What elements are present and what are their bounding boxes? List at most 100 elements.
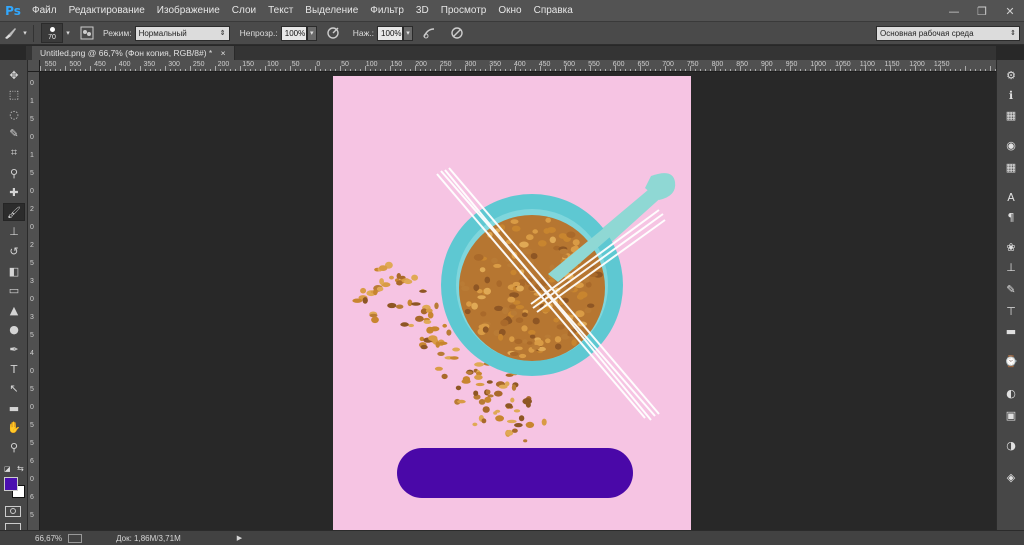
brush-panel-toggle-icon[interactable]	[77, 22, 97, 45]
spilled-cereal-piece	[473, 390, 479, 396]
layers-panel-icon[interactable]: ◈	[1001, 468, 1021, 486]
default-colors-icon[interactable]: ◪	[4, 465, 11, 473]
history-panel-icon[interactable]: ⌚	[1001, 352, 1021, 370]
ruler-tick	[495, 69, 496, 71]
histogram-panel-icon[interactable]: ▦	[1001, 106, 1021, 124]
opacity-input[interactable]: 100%	[280, 25, 307, 41]
rectangle-tool-icon[interactable]: ▬	[3, 399, 25, 417]
menu-item[interactable]: Текст	[262, 0, 299, 22]
mode-select[interactable]: Нормальный ⇕	[134, 25, 230, 41]
workspace-value: Основная рабочая среда	[880, 29, 974, 38]
ruler-tick	[105, 69, 106, 71]
foreground-color-swatch[interactable]	[4, 477, 18, 491]
zoom-tool-icon[interactable]: ⚲	[3, 438, 25, 456]
clone-stamp-tool-icon[interactable]: ⊥	[3, 223, 25, 241]
menu-item[interactable]: 3D	[410, 0, 435, 22]
ruler-tick	[510, 69, 511, 71]
opacity-dropdown-icon[interactable]: ▾	[306, 25, 317, 41]
hand-tool-icon[interactable]: ✋	[3, 419, 25, 437]
masks-panel-icon[interactable]: ◑	[1001, 436, 1021, 454]
canvas-workspace[interactable]	[40, 73, 996, 530]
quick-select-tool-icon[interactable]: ✎	[3, 125, 25, 143]
history-brush-tool-icon[interactable]: ↺	[3, 242, 25, 260]
menu-item[interactable]: Просмотр	[435, 0, 493, 22]
ruler-tick	[930, 69, 931, 71]
move-tool-icon[interactable]: ✥	[3, 66, 25, 84]
close-tab-icon[interactable]: ×	[221, 48, 226, 58]
flow-dropdown-icon[interactable]: ▾	[403, 25, 414, 41]
zoom-preview-icon[interactable]	[68, 533, 83, 543]
gradient-tool-icon[interactable]: ▭	[3, 282, 25, 300]
menu-item[interactable]: Фильтр	[364, 0, 410, 22]
menu-item[interactable]: Файл	[26, 0, 63, 22]
menu-item[interactable]: Справка	[528, 0, 579, 22]
document-canvas[interactable]	[333, 76, 691, 530]
healing-brush-tool-icon[interactable]: ✚	[3, 184, 25, 202]
eraser-tool-icon[interactable]: ◧	[3, 262, 25, 280]
flow-input[interactable]: 100%	[377, 25, 404, 41]
brush-size-picker[interactable]: 70	[41, 23, 63, 43]
document-tab[interactable]: Untitled.png @ 66,7% (Фон копия, RGB/8#)…	[32, 46, 235, 60]
pressure-size-icon[interactable]	[445, 22, 469, 45]
cereal-piece	[510, 219, 519, 225]
clone-source-panel-icon[interactable]: ⊥	[1001, 258, 1021, 276]
cereal-piece	[480, 311, 487, 317]
marquee-tool-icon[interactable]: ⬚	[3, 86, 25, 104]
type-tool-icon[interactable]: T	[3, 360, 25, 378]
airbrush-icon[interactable]	[417, 22, 441, 45]
tool-preset-dropdown-icon[interactable]: ▾	[20, 22, 30, 45]
menu-item[interactable]: Изображение	[151, 0, 226, 22]
swatches-panel-icon[interactable]: ▦	[1001, 158, 1021, 176]
dodge-tool-icon[interactable]: ●	[3, 321, 25, 339]
minimize-button[interactable]: —	[940, 0, 968, 22]
ruler-tick-label: 5	[30, 116, 34, 123]
spilled-cereal-piece	[510, 397, 515, 403]
color-panel-icon[interactable]: ◉	[1001, 136, 1021, 154]
ruler-tick	[470, 69, 471, 71]
ruler-tick	[770, 69, 771, 71]
maximize-button[interactable]: ❐	[968, 0, 996, 22]
blur-tool-icon[interactable]: ▲	[3, 301, 25, 319]
styles-panel-icon[interactable]: ▣	[1001, 406, 1021, 424]
workspace-select[interactable]: Основная рабочая среда ⇕	[876, 26, 1020, 41]
cereal-piece	[466, 301, 472, 307]
adjustments-panel-icon[interactable]: ◐	[1001, 384, 1021, 402]
quick-mask-icon[interactable]	[5, 506, 21, 517]
brush-panel-icon[interactable]: ❀	[1001, 238, 1021, 256]
ruler-tick	[600, 69, 601, 71]
brush-size-dropdown-icon[interactable]: ▾	[63, 22, 73, 45]
menu-item[interactable]: Выделение	[299, 0, 364, 22]
brush-presets-icon[interactable]: ✎	[1001, 280, 1021, 298]
swap-colors-icon[interactable]: ⇆	[17, 464, 24, 473]
cereal-piece	[587, 303, 595, 308]
tool-presets-icon[interactable]: ⊤	[1001, 302, 1021, 320]
mode-label: Режим:	[103, 28, 132, 38]
ruler-tick-label: 5	[30, 386, 34, 393]
ruler-tick	[635, 69, 636, 71]
ruler-tick	[40, 66, 41, 71]
ruler-tick	[420, 69, 421, 71]
panel-dock: ⚙ ℹ ▦ ◉ ▦ A ¶ ❀ ⊥ ✎ ⊤ ▬ ⌚ ◐ ▣ ◑ ◈	[996, 60, 1024, 532]
paragraph-panel-icon[interactable]: ¶	[1001, 208, 1021, 226]
pen-tool-icon[interactable]: ✒	[3, 340, 25, 358]
menu-item[interactable]: Окно	[492, 0, 527, 22]
eyedropper-tool-icon[interactable]: ⚲	[3, 164, 25, 182]
character-panel-icon[interactable]: A	[1001, 188, 1021, 206]
path-select-tool-icon[interactable]: ↖	[3, 380, 25, 398]
lasso-tool-icon[interactable]: ◌	[3, 105, 25, 123]
crop-tool-icon[interactable]: ⌗	[3, 144, 25, 162]
menu-item[interactable]: Слои	[226, 0, 262, 22]
menu-item[interactable]: Редактирование	[63, 0, 151, 22]
brush-tool-icon[interactable]: 🖌	[3, 203, 25, 222]
tool-preset-brush-icon[interactable]	[0, 22, 20, 45]
close-button[interactable]: ✕	[996, 0, 1024, 22]
pressure-opacity-icon[interactable]	[321, 22, 345, 45]
zoom-level[interactable]: 66,67%	[35, 534, 62, 543]
actions-panel-icon[interactable]: ▬	[1001, 322, 1021, 340]
info-panel-icon[interactable]: ℹ	[1001, 86, 1021, 104]
spilled-cereal-piece	[420, 344, 428, 350]
status-menu-arrow-icon[interactable]: ▶	[237, 534, 242, 542]
arrange-panels-icon[interactable]: ⚙	[1001, 66, 1021, 84]
ruler-tick	[90, 66, 91, 71]
ruler-tick	[130, 69, 131, 71]
